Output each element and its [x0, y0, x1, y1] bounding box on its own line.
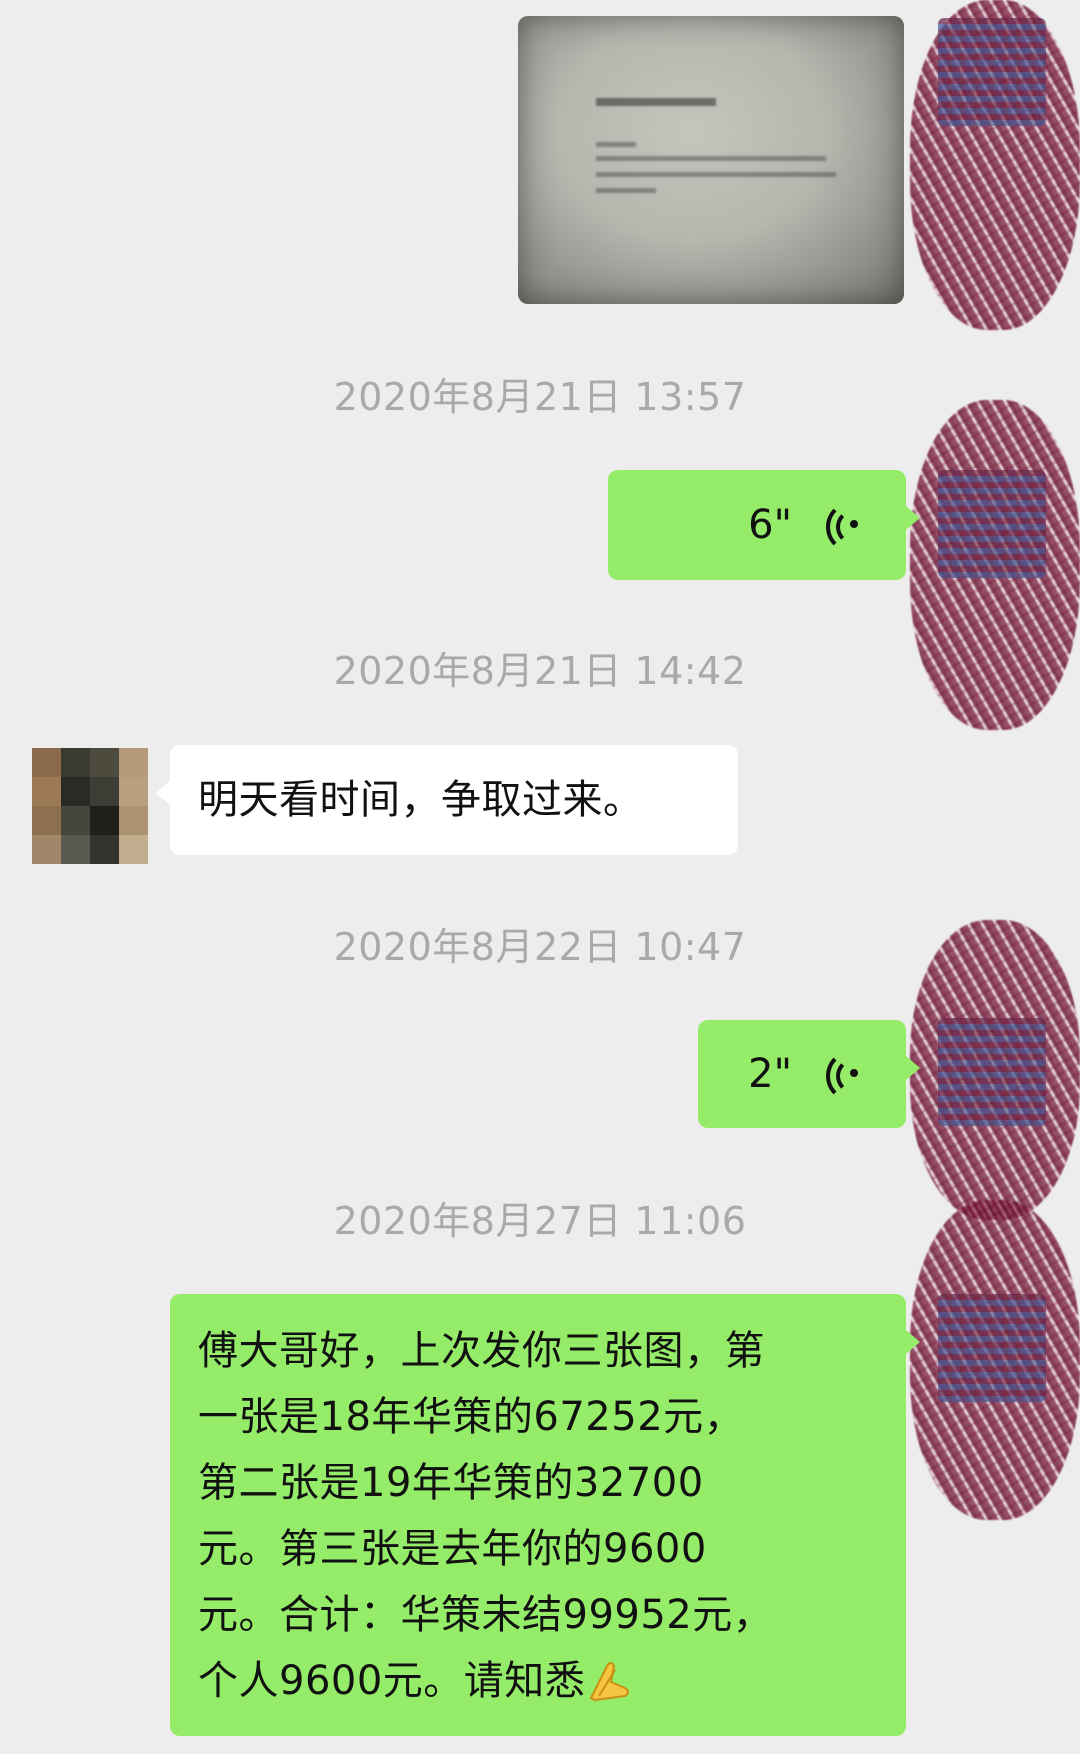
voice-duration: 2" [748, 1051, 792, 1097]
timestamp: 2020年8月22日 10:47 [333, 925, 747, 969]
message-line: 一张是18年华策的67252元， [198, 1394, 745, 1440]
timestamp: 2020年8月27日 11:06 [333, 1199, 747, 1243]
voice-play-icon [826, 1050, 862, 1102]
timestamp: 2020年8月21日 14:42 [333, 649, 747, 693]
message-last-line: 个人9600元。请知悉 [198, 1648, 878, 1714]
document-line [596, 156, 826, 161]
message-line: 元。第三张是去年你的9600 [198, 1526, 707, 1572]
document-line [596, 172, 836, 177]
folded-hands-icon [585, 1656, 637, 1702]
message-text: 明天看时间，争取过来。 [198, 777, 644, 823]
document-title-blur [596, 98, 716, 106]
document-line [596, 188, 656, 193]
image-message[interactable] [518, 16, 904, 304]
self-avatar[interactable] [938, 1294, 1046, 1402]
text-message-received[interactable]: 明天看时间，争取过来。 [156, 745, 738, 855]
voice-duration: 6" [748, 502, 792, 548]
self-avatar[interactable] [938, 1018, 1046, 1126]
timestamp: 2020年8月21日 13:57 [333, 375, 747, 419]
voice-message[interactable]: 2" [698, 1020, 920, 1128]
text-message-sent[interactable]: 傅大哥好，上次发你三张图，第 一张是18年华策的67252元， 第二张是19年华… [170, 1294, 920, 1736]
self-avatar[interactable] [938, 470, 1046, 578]
voice-message[interactable]: 6" [608, 470, 920, 580]
message-line: 个人9600元。请知悉 [198, 1658, 586, 1704]
voice-play-icon [826, 501, 862, 553]
message-line: 第二张是19年华策的32700 [198, 1460, 704, 1506]
message-line: 傅大哥好，上次发你三张图，第 [198, 1328, 765, 1374]
contact-avatar[interactable] [32, 748, 148, 864]
chat-window: 2020年8月21日 13:57 6" 2020年8月21日 14:42 明天看… [0, 0, 1080, 1754]
document-line [596, 142, 636, 147]
message-line: 元。合计：华策未结99952元， [198, 1592, 774, 1638]
self-avatar[interactable] [938, 18, 1046, 126]
